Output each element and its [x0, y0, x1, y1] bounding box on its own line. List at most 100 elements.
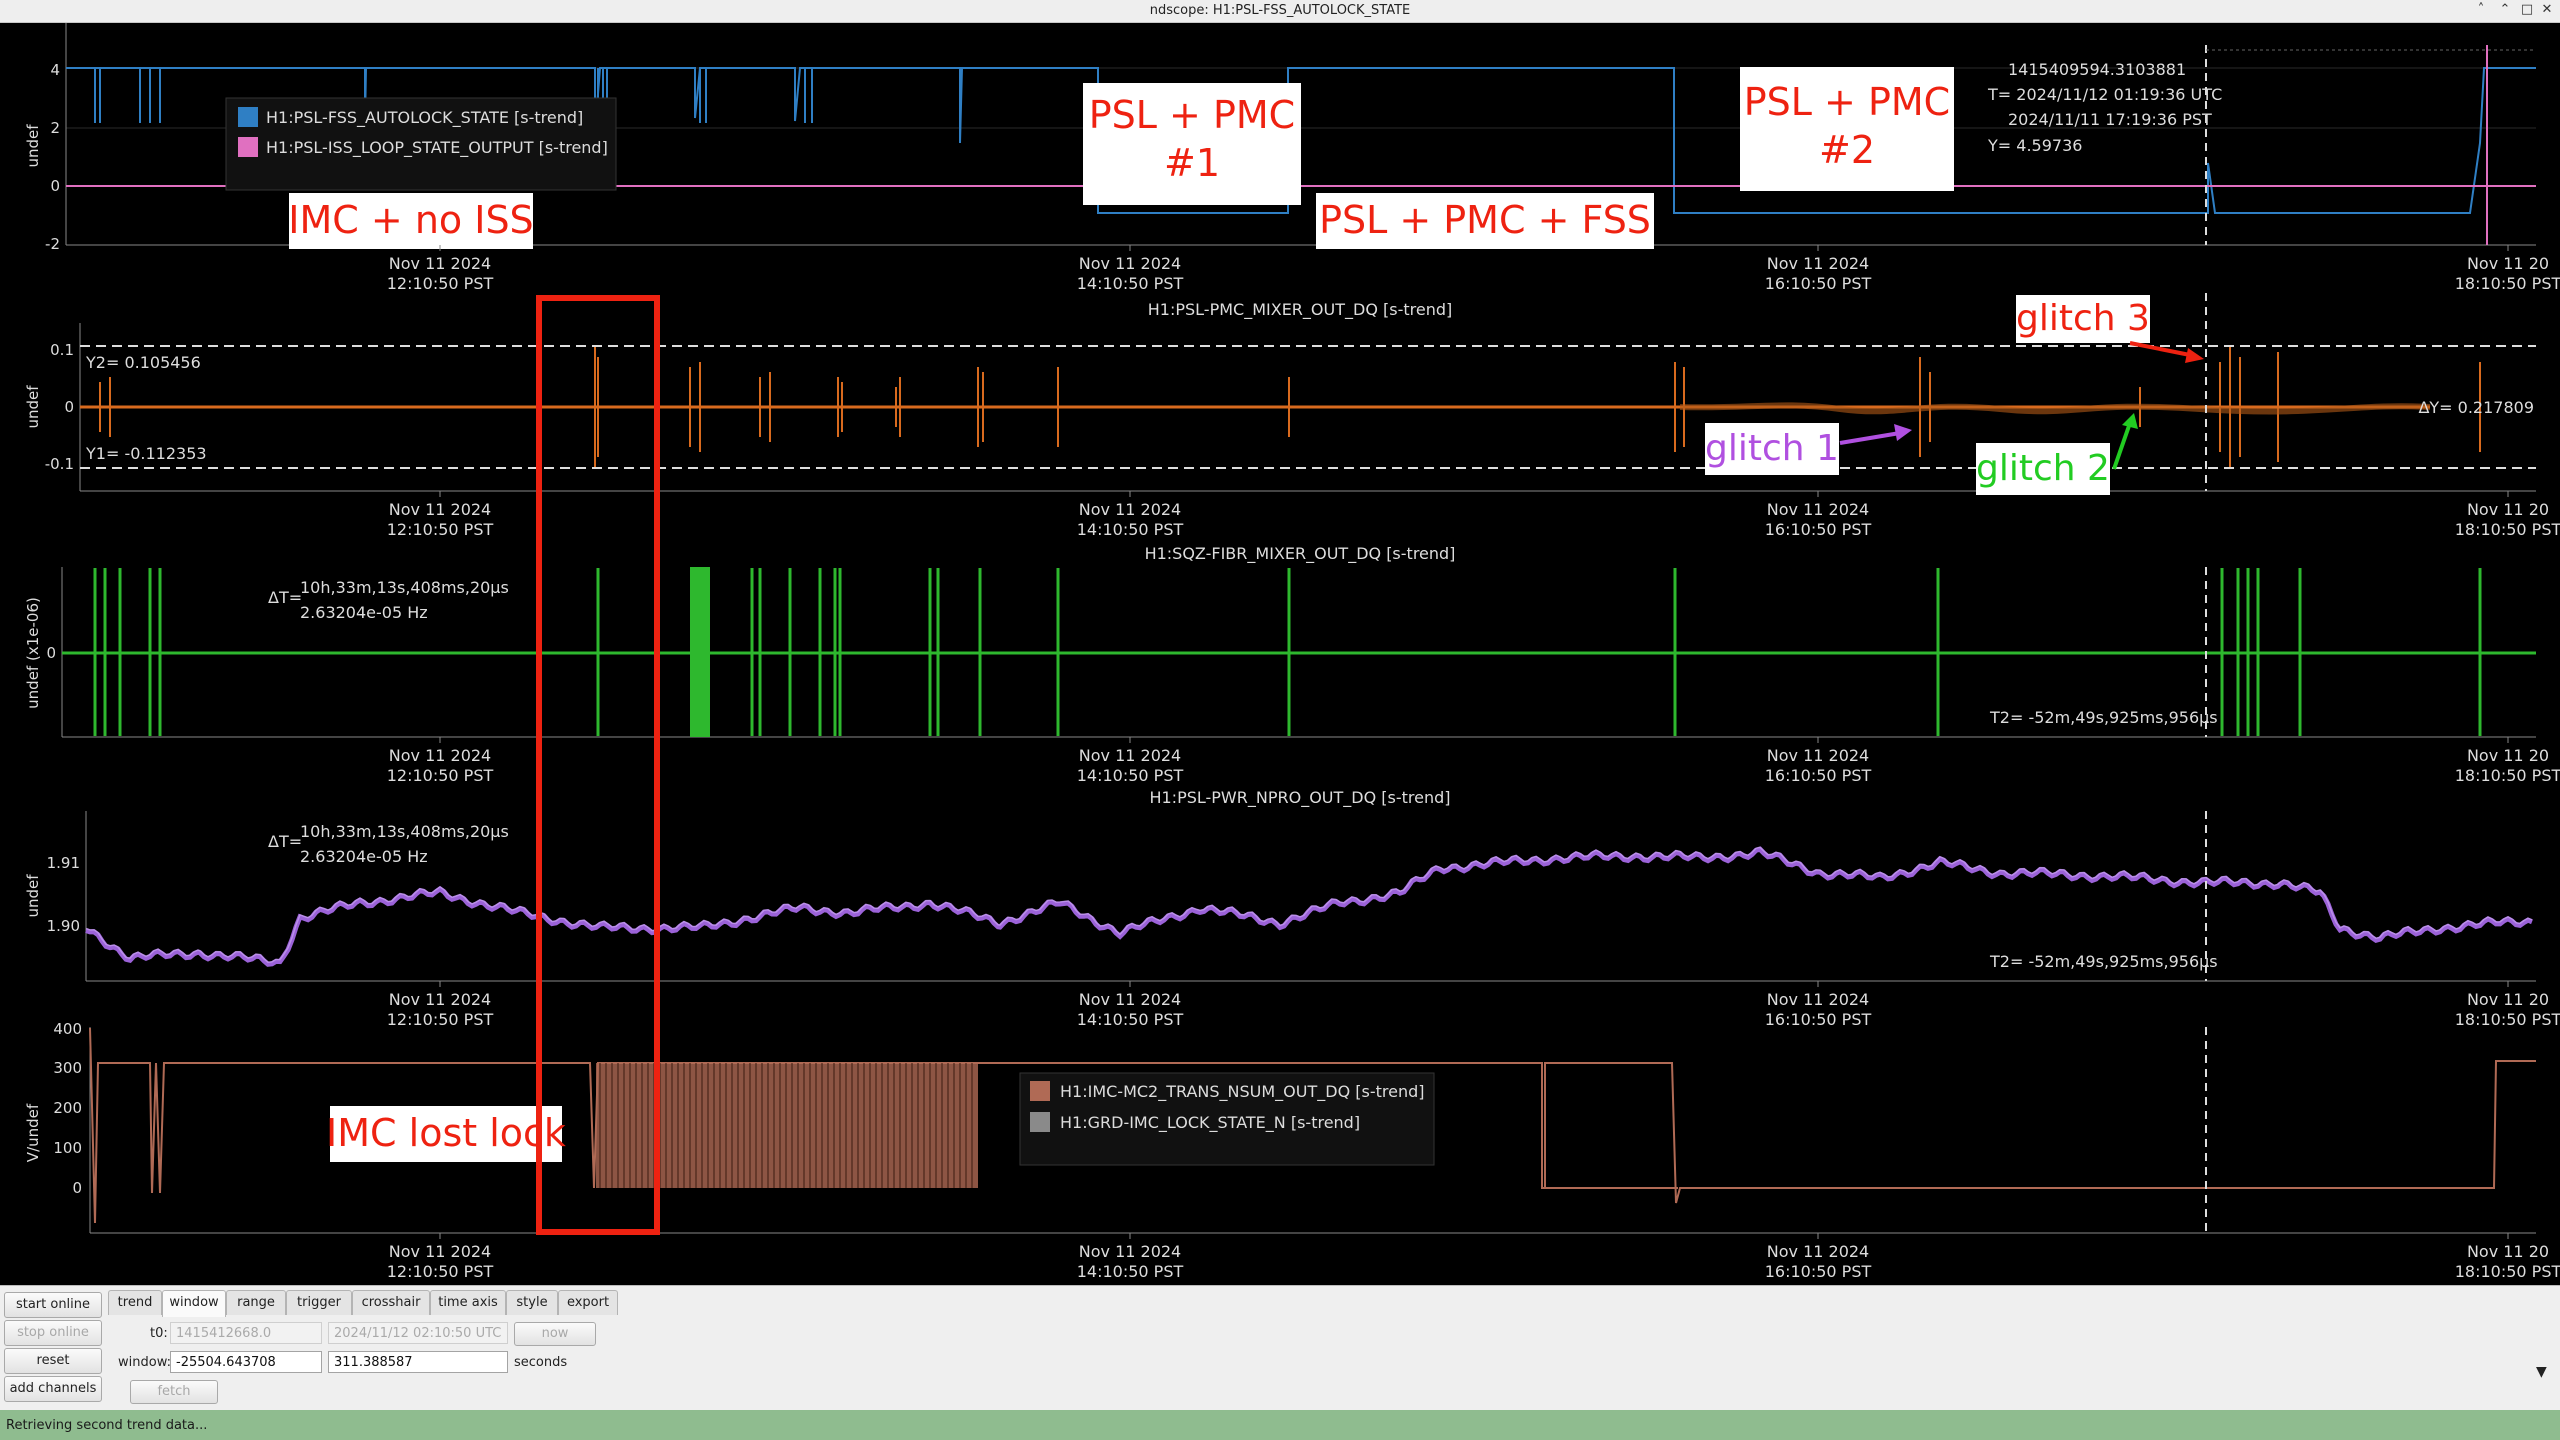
x-tick-date: Nov 11 20	[2467, 254, 2549, 273]
tab-trigger[interactable]: trigger	[286, 1290, 352, 1315]
x-tick-date: Nov 11 2024	[1079, 990, 1181, 1009]
pink-swatch	[238, 137, 258, 157]
plot1-legend[interactable]: H1:PSL-FSS_AUTOLOCK_STATE [s-trend] H1:P…	[225, 97, 617, 191]
plot5-ytick: 0	[72, 1179, 82, 1197]
x-tick-time: 18:10:50 PST	[2455, 766, 2560, 785]
plot5-legend[interactable]: H1:IMC-MC2_TRANS_NSUM_OUT_DQ [s-trend] H…	[1019, 1072, 1435, 1166]
plot1-ylabel: undef	[24, 124, 42, 168]
x-tick-date: Nov 11 2024	[1079, 254, 1181, 273]
svg-text:PSL + PMC + FSS: PSL + PMC + FSS	[1319, 198, 1651, 242]
t0-label: t0:	[150, 1326, 168, 1341]
x-tick-date: Nov 11 2024	[1767, 500, 1869, 519]
legend-entry: H1:PSL-FSS_AUTOLOCK_STATE [s-trend]	[266, 108, 583, 128]
cursor-utc: T= 2024/11/12 01:19:36 UTC	[1987, 85, 2222, 104]
x-tick-date: Nov 11 20	[2467, 500, 2549, 519]
plot4-ytick: 1.91	[47, 854, 80, 872]
fetch-button[interactable]: fetch	[130, 1380, 218, 1404]
plot-4[interactable]: H1:PSL-PWR_NPRO_OUT_DQ [s-trend] undef 1…	[24, 788, 2560, 1029]
tab-crosshair[interactable]: crosshair	[352, 1290, 430, 1315]
scope-area[interactable]: undef 4 2 0 -2 H1:PSL-FSS_AUTOLOCK_STATE…	[0, 23, 2560, 1285]
tab-export[interactable]: export	[558, 1290, 618, 1315]
window-label: window:	[118, 1355, 171, 1370]
plot2-title: H1:PSL-PMC_MIXER_OUT_DQ [s-trend]	[1148, 300, 1452, 320]
y2-readout: Y2= 0.105456	[85, 353, 201, 372]
minimize-icon[interactable]: ˄	[2472, 2, 2490, 17]
window-end-field[interactable]: 311.388587	[328, 1351, 508, 1373]
x-tick-date: Nov 11 2024	[389, 1242, 491, 1261]
x-tick-time: 12:10:50 PST	[387, 520, 494, 539]
svg-text:PSL + PMC: PSL + PMC	[1744, 80, 1950, 124]
svg-text:IMC lost lock: IMC lost lock	[326, 1111, 566, 1155]
x-tick-time: 18:10:50 PST	[2455, 520, 2560, 539]
x-tick-date: Nov 11 20	[2467, 990, 2549, 1009]
x-tick-time: 18:10:50 PST	[2455, 1262, 2560, 1281]
t0-utc-field[interactable]: 2024/11/12 02:10:50 UTC	[328, 1322, 508, 1344]
plot4-title: H1:PSL-PWR_NPRO_OUT_DQ [s-trend]	[1149, 788, 1450, 808]
plot1-ytick: 2	[50, 119, 60, 137]
tab-time-axis[interactable]: time axis	[430, 1290, 506, 1315]
dt-label: ΔT=	[268, 588, 302, 607]
annotation-imc-lost-lock: IMC lost lock	[326, 1106, 566, 1162]
x-tick-time: 16:10:50 PST	[1765, 1010, 1872, 1029]
x-tick-time: 14:10:50 PST	[1077, 766, 1184, 785]
cursor-pst: 2024/11/11 17:19:36 PST	[2008, 110, 2212, 129]
gray-swatch	[1030, 1112, 1050, 1132]
svg-text:#2: #2	[1819, 128, 1875, 172]
plot-5[interactable]: V/undef 400 300 200 100 0 H1:IMC-MC2_TRA…	[24, 1020, 2560, 1281]
plot1-ytick: 0	[50, 177, 60, 195]
window-start-field[interactable]: -25504.643708	[170, 1351, 322, 1373]
window-title: ndscope: H1:PSL-FSS_AUTOLOCK_STATE	[1149, 3, 1411, 18]
plot-2[interactable]: H1:PSL-PMC_MIXER_OUT_DQ [s-trend] undef …	[24, 293, 2560, 539]
plot1-ytick: -2	[45, 235, 60, 253]
start-online-button[interactable]: start online	[4, 1292, 102, 1318]
plot2-ylabel: undef	[24, 385, 42, 429]
x-tick-date: Nov 11 2024	[389, 990, 491, 1009]
expand-arrow-icon[interactable]: ▼	[2536, 1364, 2547, 1380]
x-tick-time: 12:10:50 PST	[387, 1262, 494, 1281]
x-tick-time: 12:10:50 PST	[387, 766, 494, 785]
cursor-y: Y= 4.59736	[1987, 136, 2082, 155]
plot5-ytick: 200	[53, 1099, 82, 1117]
close-icon[interactable]: ✕	[2538, 2, 2556, 17]
tab-window[interactable]: window	[162, 1290, 226, 1317]
x-tick-time: 14:10:50 PST	[1077, 274, 1184, 293]
x-tick-date: Nov 11 2024	[389, 254, 491, 273]
brown-swatch	[1030, 1081, 1050, 1101]
x-tick-date: Nov 11 2024	[1079, 746, 1181, 765]
plot5-ytick: 100	[53, 1139, 82, 1157]
stop-online-button[interactable]: stop online	[4, 1320, 102, 1346]
maximize-icon[interactable]: □	[2518, 2, 2536, 17]
now-button[interactable]: now	[514, 1322, 596, 1346]
x-tick-time: 18:10:50 PST	[2455, 1010, 2560, 1029]
annotation-pmc1: PSL + PMC #1	[1083, 83, 1301, 205]
legend-entry: H1:GRD-IMC_LOCK_STATE_N [s-trend]	[1060, 1113, 1360, 1133]
title-bar: ndscope: H1:PSL-FSS_AUTOLOCK_STATE ˄ ⌃ □…	[0, 0, 2560, 23]
x-tick-date: Nov 11 2024	[389, 500, 491, 519]
plot3-ytick: 0	[46, 644, 56, 662]
chevron-up-icon[interactable]: ⌃	[2496, 2, 2514, 17]
tab-range[interactable]: range	[226, 1290, 286, 1315]
plot2-ytick: 0	[64, 398, 74, 416]
x-tick-date: Nov 11 2024	[1079, 1242, 1181, 1261]
svg-text:PSL + PMC: PSL + PMC	[1089, 93, 1295, 137]
reset-button[interactable]: reset	[4, 1348, 102, 1374]
svg-text:glitch 2: glitch 2	[1976, 448, 2110, 489]
blue-swatch	[238, 107, 258, 127]
status-bar: Retrieving second trend data...	[0, 1410, 2560, 1440]
plot-1[interactable]: undef 4 2 0 -2 H1:PSL-FSS_AUTOLOCK_STATE…	[24, 23, 2560, 293]
freq-readout: 2.63204e-05 Hz	[300, 603, 428, 622]
t0-gps-field[interactable]: 1415412668.0	[170, 1322, 322, 1344]
svg-text:glitch 1: glitch 1	[1705, 428, 1839, 469]
annotation-pmc2: PSL + PMC #2	[1740, 67, 1954, 191]
tab-style[interactable]: style	[506, 1290, 558, 1315]
add-channels-button[interactable]: add channels	[4, 1376, 102, 1402]
plot-3[interactable]: H1:SQZ-FIBR_MIXER_OUT_DQ [s-trend] undef…	[24, 544, 2560, 785]
x-tick-time: 16:10:50 PST	[1765, 520, 1872, 539]
status-message: Retrieving second trend data...	[6, 1418, 208, 1433]
x-tick-time: 14:10:50 PST	[1077, 1010, 1184, 1029]
tab-trend[interactable]: trend	[108, 1290, 162, 1315]
y1-readout: Y1= -0.112353	[85, 444, 207, 463]
plot5-ytick: 400	[53, 1020, 82, 1038]
x-tick-time: 12:10:50 PST	[387, 274, 494, 293]
x-tick-date: Nov 11 2024	[1767, 990, 1869, 1009]
